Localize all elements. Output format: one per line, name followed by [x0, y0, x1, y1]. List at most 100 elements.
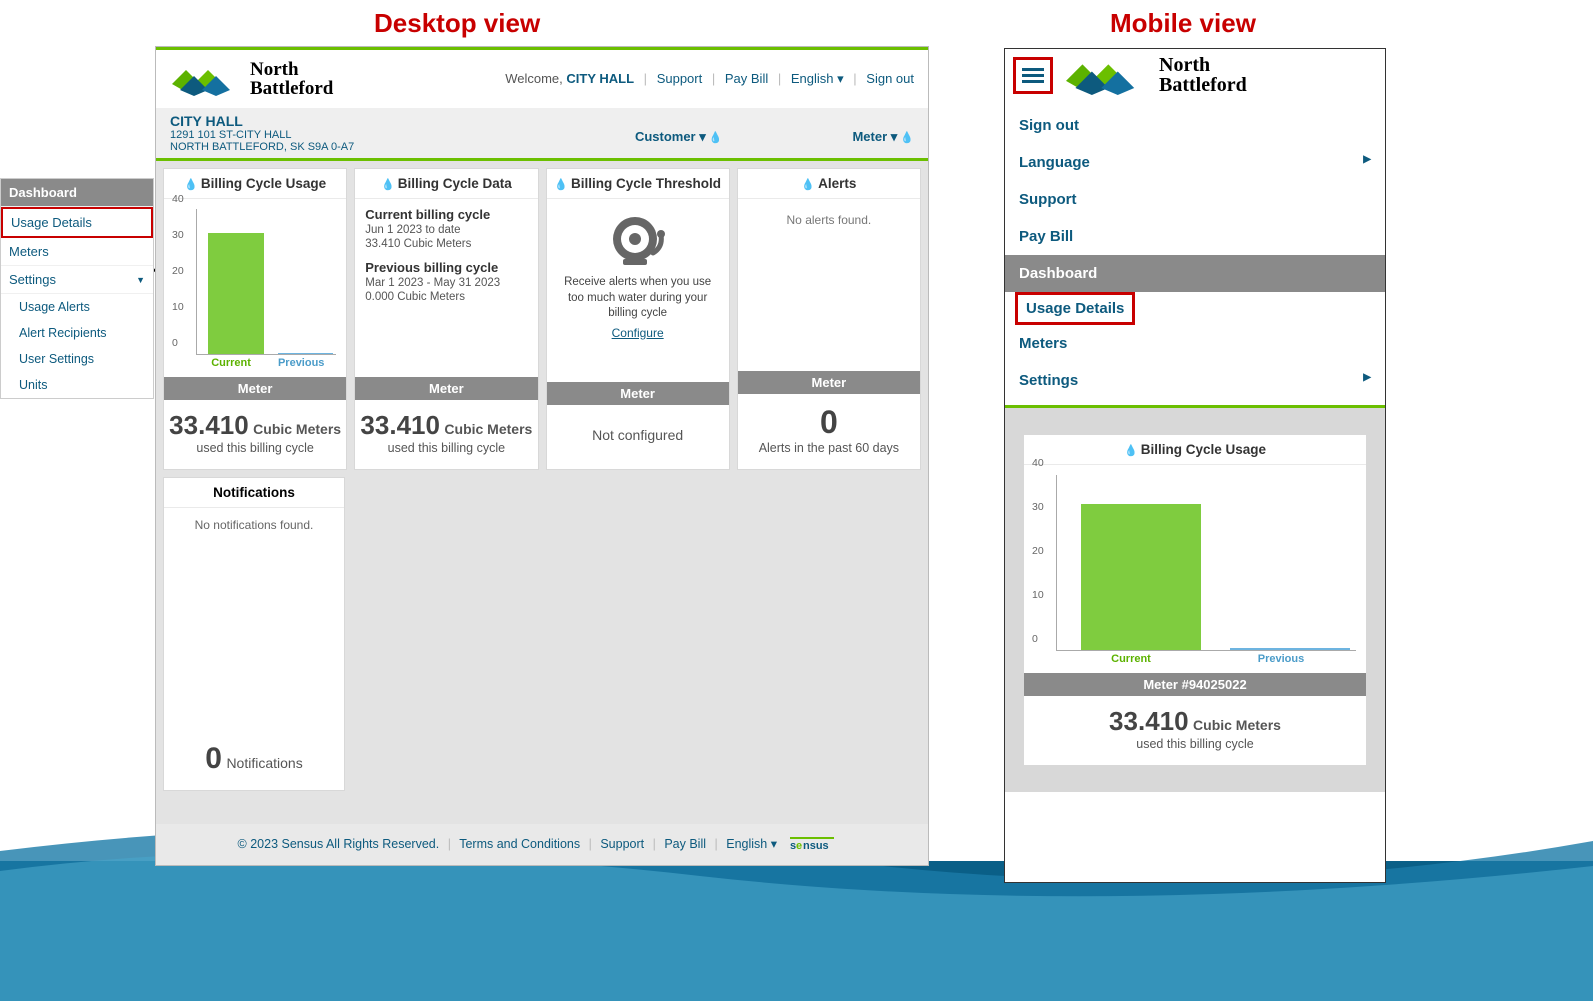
mobile-usage-unit: Cubic Meters — [1193, 717, 1281, 733]
brand-name: North Battleford — [250, 60, 333, 98]
sidebar-alert-recipients[interactable]: Alert Recipients — [1, 320, 153, 346]
configure-link[interactable]: Configure — [557, 326, 719, 340]
m-x-label-previous: Previous — [1206, 653, 1356, 669]
card-billing-usage: 💧Billing Cycle Usage 0 10 20 30 40 Curre… — [163, 168, 347, 470]
sidebar-units[interactable]: Units — [1, 372, 153, 398]
meter-dropdown[interactable]: Meter ▾💧 — [852, 129, 914, 145]
m-y-tick-1: 10 — [1032, 589, 1044, 601]
footer-paybill-link[interactable]: Pay Bill — [664, 837, 706, 851]
notif-value: 0 — [205, 742, 222, 775]
alerts-value: 0 — [742, 404, 916, 441]
m-y-tick-2: 20 — [1032, 545, 1044, 557]
m-x-label-current: Current — [1056, 653, 1206, 669]
mobile-dashboard[interactable]: Dashboard — [1005, 255, 1385, 292]
mobile-usage-details[interactable]: Usage Details — [1015, 292, 1135, 325]
account-addr-1: 1291 101 ST-CITY HALL — [170, 129, 354, 141]
usage-sublabel: used this billing cycle — [168, 441, 342, 455]
usage-value: 33.410 — [169, 410, 249, 440]
drop-icon: 💧 — [381, 179, 395, 191]
logo-area: North Battleford — [170, 60, 333, 98]
card-threshold: 💧Billing Cycle Threshold Receive alerts … — [546, 168, 730, 470]
mobile-bar-previous — [1230, 648, 1350, 650]
previous-cycle-title: Previous billing cycle — [365, 260, 527, 275]
data-footer: 33.410 Cubic Meters used this billing cy… — [355, 400, 537, 469]
mobile-support[interactable]: Support — [1005, 181, 1385, 218]
account-name: CITY HALL — [170, 113, 354, 129]
account-addr-2: NORTH BATTLEFORD, SK S9A 0-A7 — [170, 141, 354, 153]
logo-swoosh-icon — [170, 62, 242, 96]
sidebar-meters[interactable]: Meters — [1, 238, 153, 266]
threshold-meter-band: Meter — [547, 382, 729, 405]
account-bar: CITY HALL 1291 101 ST-CITY HALL NORTH BA… — [156, 108, 928, 161]
top-language-select[interactable]: English ▾ — [791, 71, 844, 86]
current-cycle-title: Current billing cycle — [365, 207, 527, 222]
alerts-meter-band: Meter — [738, 371, 920, 394]
mobile-usage-chart: 0 10 20 30 40 Current Previous — [1028, 469, 1362, 669]
footer-terms-link[interactable]: Terms and Conditions — [459, 837, 580, 851]
top-paybill-link[interactable]: Pay Bill — [725, 71, 768, 86]
mobile-brand-l2: Battleford — [1159, 75, 1247, 95]
notif-label: Notifications — [226, 755, 302, 771]
mobile-settings[interactable]: Settings — [1005, 362, 1385, 399]
hamburger-line-icon — [1022, 68, 1044, 71]
mobile-logo-swoosh-icon — [1061, 55, 1151, 95]
mobile-language[interactable]: Language — [1005, 144, 1385, 181]
m-y-tick-3: 30 — [1032, 501, 1044, 513]
top-signout-link[interactable]: Sign out — [866, 71, 914, 86]
notif-footer: 0 Notifications — [164, 730, 344, 790]
footer-support-link[interactable]: Support — [600, 837, 644, 851]
usage-chart: 0 10 20 30 40 Current Previous — [168, 203, 342, 373]
desktop-view-container: North Battleford Welcome, CITY HALL | Su… — [155, 46, 929, 866]
customer-dropdown[interactable]: Customer ▾💧 — [635, 129, 723, 145]
notif-body: No notifications found. — [164, 508, 344, 730]
usage-footer: 33.410 Cubic Meters used this billing cy… — [164, 400, 346, 469]
sidebar-usage-alerts[interactable]: Usage Alerts — [1, 294, 153, 320]
mobile-header: North Battleford — [1005, 49, 1385, 101]
threshold-footer: Not configured — [547, 405, 729, 469]
sensus-logo-icon: s e nsus — [790, 837, 846, 853]
hamburger-menu-button[interactable] — [1013, 57, 1053, 94]
m-y-tick-0: 0 — [1032, 633, 1038, 645]
card-threshold-header: 💧Billing Cycle Threshold — [547, 169, 729, 199]
mobile-usage-value: 33.410 — [1109, 706, 1189, 736]
sidebar-user-settings[interactable]: User Settings — [1, 346, 153, 372]
card-usage-header: 💧Billing Cycle Usage — [164, 169, 346, 199]
mobile-signout[interactable]: Sign out — [1005, 107, 1385, 144]
notif-header: Notifications — [164, 478, 344, 508]
mobile-brand-l1: North — [1159, 55, 1247, 75]
y-tick-0: 0 — [172, 337, 178, 349]
account-info: CITY HALL 1291 101 ST-CITY HALL NORTH BA… — [170, 113, 354, 153]
mobile-card-footer: 33.410 Cubic Meters used this billing cy… — [1024, 696, 1366, 765]
mobile-menu: Sign out Language Support Pay Bill Dashb… — [1005, 101, 1385, 405]
footer-copyright: © 2023 Sensus All Rights Reserved. — [238, 837, 440, 851]
previous-cycle-range: Mar 1 2023 - May 31 2023 — [365, 277, 527, 289]
mobile-paybill[interactable]: Pay Bill — [1005, 218, 1385, 255]
footer-language-select[interactable]: English ▾ — [726, 837, 777, 851]
mobile-meters[interactable]: Meters — [1005, 325, 1385, 362]
mobile-meter-band: Meter #94025022 — [1024, 673, 1366, 696]
y-tick-4: 40 — [172, 193, 184, 205]
drop-icon: 💧 — [709, 132, 723, 144]
card-billing-data: 💧Billing Cycle Data Current billing cycl… — [354, 168, 538, 470]
y-tick-3: 30 — [172, 229, 184, 241]
alerts-sublabel: Alerts in the past 60 days — [742, 441, 916, 455]
threshold-text: Receive alerts when you use too much wat… — [557, 275, 719, 322]
data-value: 33.410 — [360, 410, 440, 440]
drop-icon: 💧 — [1124, 445, 1138, 457]
annotation-desktop-label: Desktop view — [374, 8, 540, 39]
mobile-usage-sublabel: used this billing cycle — [1028, 737, 1362, 751]
card-alerts: 💧Alerts No alerts found. Meter 0 Alerts … — [737, 168, 921, 470]
usage-meter-band: Meter — [164, 377, 346, 400]
drop-icon: 💧 — [554, 179, 568, 191]
top-support-link[interactable]: Support — [657, 71, 703, 86]
drop-icon: 💧 — [801, 179, 815, 191]
brand-name-l1: North — [250, 60, 333, 79]
footer-bar: © 2023 Sensus All Rights Reserved. | Ter… — [156, 824, 928, 865]
sidebar-settings[interactable]: Settings — [1, 266, 153, 294]
sidebar-usage-details[interactable]: Usage Details — [1, 207, 153, 238]
mobile-card-header: 💧Billing Cycle Usage — [1024, 435, 1366, 465]
sidebar-dashboard[interactable]: Dashboard — [1, 179, 153, 207]
y-tick-2: 20 — [172, 265, 184, 277]
mobile-bar-current — [1081, 504, 1201, 650]
welcome-label: Welcome, — [505, 71, 563, 86]
